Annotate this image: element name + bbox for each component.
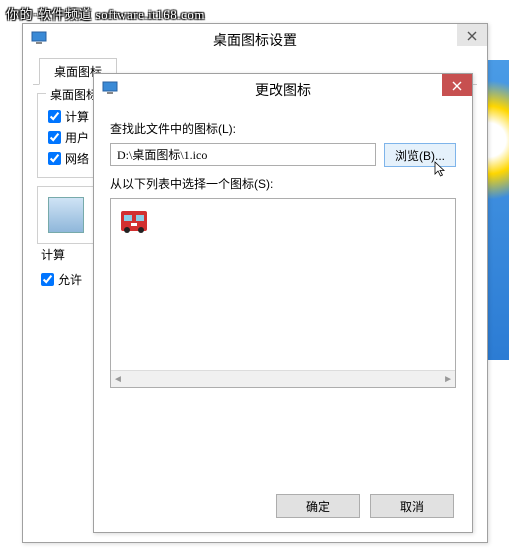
dialog-title: 桌面图标设置 [213, 32, 297, 48]
watermark-text: 你的·软件频道 software.it168.com [6, 4, 205, 23]
ok-button[interactable]: 确定 [276, 494, 360, 518]
allow-label: 允许 [58, 271, 82, 288]
close-button[interactable] [442, 74, 472, 96]
close-button[interactable] [457, 24, 487, 46]
browse-button[interactable]: 浏览(B)... [384, 143, 456, 167]
display-icon [102, 80, 118, 96]
computer-icon[interactable] [48, 197, 84, 233]
change-icon-dialog: 更改图标 查找此文件中的图标(L): 浏览(B)... 从以下列表中选择一个图标… [93, 73, 473, 533]
find-icon-label: 查找此文件中的图标(L): [110, 120, 456, 137]
allow-checkbox[interactable] [41, 273, 54, 286]
horizontal-scrollbar[interactable]: ◄ ► [111, 370, 455, 387]
dialog-title: 更改图标 [255, 82, 311, 98]
scroll-right-icon[interactable]: ► [443, 374, 453, 385]
icon-path-input[interactable] [110, 143, 376, 166]
car-icon[interactable] [117, 205, 151, 239]
scroll-left-icon[interactable]: ◄ [113, 374, 123, 385]
select-icon-label: 从以下列表中选择一个图标(S): [110, 175, 456, 192]
cancel-button[interactable]: 取消 [370, 494, 454, 518]
icon-list[interactable]: ◄ ► [110, 198, 456, 388]
display-icon [31, 30, 47, 46]
